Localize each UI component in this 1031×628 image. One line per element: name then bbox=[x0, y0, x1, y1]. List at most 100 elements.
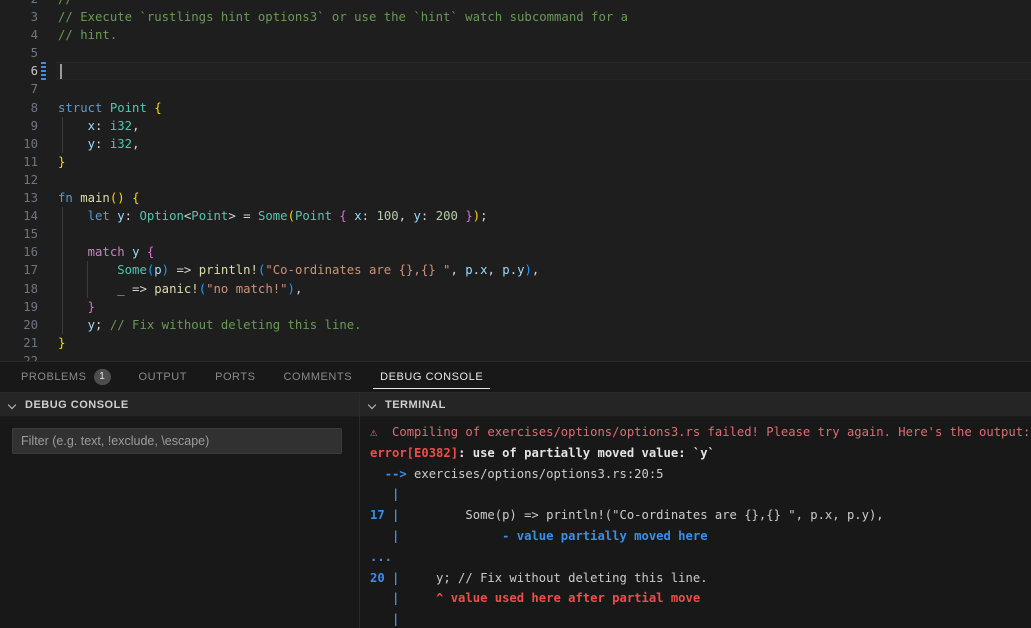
code-token: { bbox=[132, 191, 140, 206]
line-number: 6 bbox=[30, 64, 38, 79]
line-number: 16 bbox=[23, 245, 38, 260]
code-token: } bbox=[465, 209, 473, 224]
tab-debug-console[interactable]: DEBUG CONSOLE bbox=[371, 362, 492, 392]
tab-ports[interactable]: PORTS bbox=[206, 362, 264, 392]
code-token: Option bbox=[139, 209, 184, 224]
code-token: y bbox=[117, 209, 125, 224]
tab-problems[interactable]: PROBLEMS 1 bbox=[12, 362, 120, 392]
code-line[interactable]: 22 bbox=[0, 352, 1031, 362]
chevron-down-icon[interactable] bbox=[6, 398, 19, 411]
code-line[interactable]: 8 struct Point { bbox=[0, 99, 1031, 117]
line-number: 3 bbox=[30, 10, 38, 25]
terminal-header[interactable]: TERMINAL bbox=[360, 393, 1031, 417]
terminal-segment: y; // Fix without deleting this line. bbox=[399, 570, 708, 585]
terminal-output[interactable]: ⚠ Compiling of exercises/options/options… bbox=[360, 417, 1031, 628]
debug-console-header[interactable]: DEBUG CONSOLE bbox=[0, 393, 359, 417]
code-token: Point bbox=[294, 209, 333, 224]
code-line[interactable]: 13 fn main() { bbox=[0, 189, 1031, 207]
terminal-segment: | bbox=[392, 487, 400, 502]
tab-label: COMMENTS bbox=[283, 371, 353, 383]
code-text: match y { bbox=[58, 243, 155, 261]
code-line[interactable]: 21} bbox=[0, 334, 1031, 352]
terminal-line: | bbox=[370, 609, 1031, 628]
debug-console-content bbox=[0, 417, 359, 628]
code-token: ; bbox=[480, 209, 488, 224]
line-number: 5 bbox=[30, 46, 38, 61]
code-token: , bbox=[132, 118, 140, 133]
terminal-segment: 17 bbox=[370, 508, 393, 523]
panel-tab-bar: PROBLEMS 1 OUTPUT PORTS COMMENTS DEBUG CONSOL… bbox=[0, 362, 1031, 393]
code-token: x bbox=[87, 118, 96, 133]
code-text: // hint. bbox=[58, 26, 117, 44]
code-token: ( bbox=[287, 209, 295, 224]
editor-content[interactable]: 2 // 3 // Execute `rustlings hint options3… bbox=[0, 0, 1031, 362]
terminal-segment: | bbox=[392, 612, 400, 627]
line-number: 22 bbox=[23, 353, 38, 362]
code-line[interactable]: 16 match y { bbox=[0, 243, 1031, 262]
code-line[interactable]: 6 bbox=[0, 62, 1031, 81]
code-token: ) bbox=[161, 263, 170, 278]
code-line[interactable]: 12 bbox=[0, 171, 1031, 189]
tab-label: OUTPUT bbox=[138, 371, 188, 383]
tab-comments[interactable]: COMMENTS bbox=[275, 362, 362, 392]
code-token: main bbox=[80, 191, 110, 206]
chevron-down-icon[interactable] bbox=[366, 398, 379, 411]
line-number: 14 bbox=[23, 209, 38, 224]
line-number: 2 bbox=[0, 0, 38, 8]
code-token: : bbox=[95, 136, 110, 151]
indent-guide bbox=[62, 225, 63, 244]
problems-count-badge: 1 bbox=[93, 369, 111, 385]
code-token: , bbox=[450, 263, 466, 278]
code-token: i32 bbox=[109, 118, 133, 133]
code-token: . bbox=[472, 263, 481, 278]
code-token: y bbox=[87, 136, 96, 151]
code-editor[interactable]: 2 // 3 // Execute `rustlings hint options3… bbox=[0, 0, 1031, 362]
code-token: . bbox=[509, 263, 518, 278]
code-text: x: i32, bbox=[58, 117, 140, 135]
code-line[interactable]: 3 // Execute `rustlings hint options3` or… bbox=[0, 8, 1031, 26]
code-line[interactable]: 11} bbox=[0, 153, 1031, 171]
code-token: } bbox=[58, 335, 66, 350]
tab-output[interactable]: OUTPUT bbox=[130, 362, 197, 392]
terminal-pane: TERMINAL ⚠ Compiling of exercises/option… bbox=[360, 393, 1031, 628]
code-token: y bbox=[517, 263, 525, 278]
code-line[interactable]: 10 y: i32, bbox=[0, 134, 1031, 153]
code-line[interactable]: 2 // bbox=[0, 0, 1031, 8]
code-text: y; // Fix without deleting this line. bbox=[58, 316, 362, 334]
code-line[interactable]: 4 // hint. bbox=[0, 26, 1031, 44]
line-number: 20 bbox=[23, 317, 38, 332]
line-number: 19 bbox=[23, 299, 38, 314]
code-line[interactable]: 18 _ => panic!("no match!"), bbox=[0, 279, 1031, 298]
code-line[interactable]: 15 bbox=[0, 225, 1031, 244]
code-token: 100 bbox=[376, 209, 399, 224]
line-number: 15 bbox=[23, 227, 38, 242]
terminal-line: error[E0382]: use of partially moved val… bbox=[370, 443, 1031, 464]
code-token: ) bbox=[524, 263, 532, 278]
code-line[interactable]: 17 Some(p) => println!("Co-ordinates are… bbox=[0, 261, 1031, 280]
code-line[interactable]: 5 bbox=[0, 44, 1031, 62]
terminal-segment: --> bbox=[384, 466, 407, 481]
line-number: 7 bbox=[30, 82, 38, 97]
code-text: y: i32, bbox=[58, 135, 140, 153]
code-line[interactable]: 9 x: i32, bbox=[0, 116, 1031, 135]
code-line[interactable]: 19 } bbox=[0, 297, 1031, 316]
text-cursor bbox=[60, 64, 62, 80]
terminal-segment: ^ value used here after partial move bbox=[399, 591, 701, 606]
code-token: y bbox=[87, 317, 96, 332]
code-token: // Execute `rustlings hint options3` or … bbox=[58, 10, 629, 25]
code-line[interactable]: 20 y; // Fix without deleting this line. bbox=[0, 315, 1031, 334]
debug-console-pane: DEBUG CONSOLE bbox=[0, 393, 360, 628]
debug-console-filter-input[interactable] bbox=[12, 428, 342, 454]
code-token: "Co-ordinates are {},{} " bbox=[265, 263, 451, 278]
code-line[interactable]: 7 bbox=[0, 80, 1031, 98]
code-line[interactable]: 14 let y: Option<Point> = Some(Point { x… bbox=[0, 207, 1031, 226]
code-token: , bbox=[294, 281, 303, 296]
